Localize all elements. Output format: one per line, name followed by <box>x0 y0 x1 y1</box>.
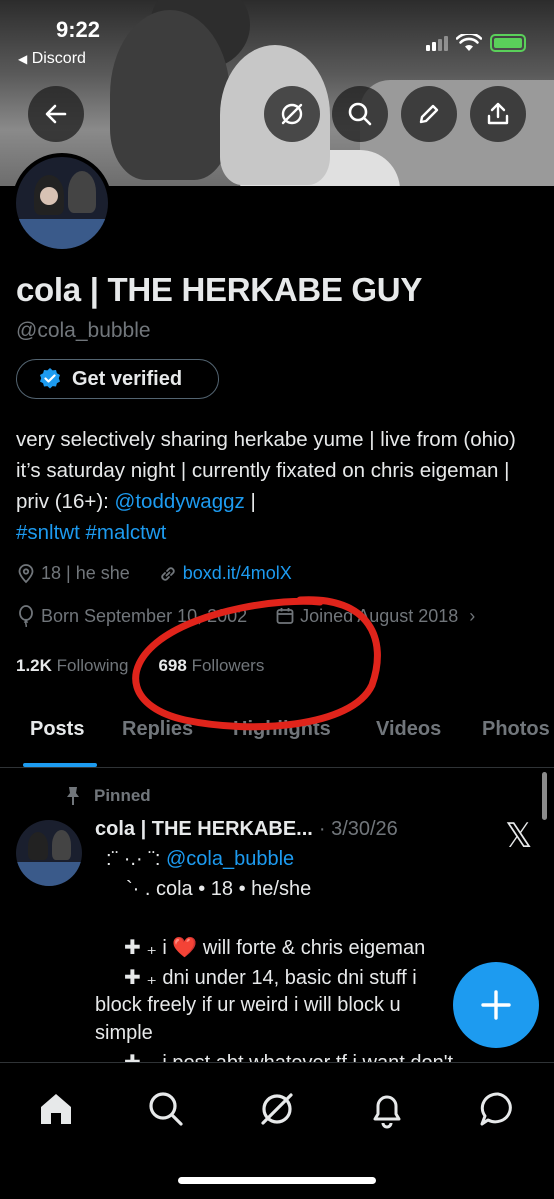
battery-charging-icon <box>490 34 526 52</box>
plus-icon <box>481 990 511 1020</box>
profile-meta-row-1: 18 | he she boxd.it/4molX <box>16 563 292 584</box>
tab-active-indicator <box>23 763 97 767</box>
compose-post-button[interactable] <box>453 962 539 1048</box>
search-icon <box>348 102 372 126</box>
arrow-left-icon <box>45 104 67 124</box>
tab-posts[interactable]: Posts <box>30 718 84 741</box>
get-verified-label: Get verified <box>72 367 183 390</box>
verified-badge-icon <box>40 368 60 389</box>
post-header: cola | THE HERKABE... · 3/30/26 <box>95 818 398 841</box>
profile-meta-row-2: Born September 10, 2002 Joined August 20… <box>16 605 475 627</box>
tab-videos[interactable]: Videos <box>376 718 441 741</box>
nav-search[interactable] <box>144 1087 188 1131</box>
pencil-icon <box>419 104 439 124</box>
post-mention-link[interactable]: @cola_bubble <box>166 848 294 870</box>
profile-display-name: cola | THE HERKABE GUY <box>16 271 423 308</box>
chat-bubble-icon <box>480 1092 512 1126</box>
grok-button[interactable] <box>264 86 320 142</box>
wifi-icon <box>456 34 482 51</box>
followers-link[interactable]: 698 Followers <box>158 656 264 676</box>
share-button[interactable] <box>470 86 526 142</box>
status-time: 9:22 <box>56 17 101 42</box>
grok-icon <box>281 103 303 125</box>
tab-highlights[interactable]: Highlights <box>233 718 331 741</box>
location-pin-icon <box>18 563 34 583</box>
chevron-right-icon[interactable]: › <box>469 606 475 627</box>
share-icon <box>487 102 509 125</box>
scrollbar[interactable] <box>542 772 547 820</box>
bio-hashtags[interactable]: #snltwt #malctwt <box>16 521 166 544</box>
post-line-2: `· . cola • 18 • he/she <box>126 878 312 900</box>
back-triangle-icon: ◀ <box>18 52 28 66</box>
nav-notifications[interactable] <box>365 1087 409 1131</box>
nav-home[interactable] <box>34 1087 78 1131</box>
post-line-4: ✚ ₊ dni under 14, basic dni stuff i <box>124 967 417 989</box>
profile-handle: @cola_bubble <box>16 319 151 342</box>
back-app-label: Discord <box>31 50 86 67</box>
status-icons <box>426 34 526 52</box>
post-date: · 3/30/26 <box>318 818 398 840</box>
profile-bio: very selectively sharing herkabe yume | … <box>16 424 541 548</box>
link-icon <box>161 566 175 581</box>
edit-button[interactable] <box>401 86 457 142</box>
nav-grok[interactable] <box>255 1087 299 1131</box>
banner-figure <box>110 10 230 180</box>
bio-text: very selectively sharing herkabe yume | … <box>16 428 516 513</box>
tab-photos[interactable]: Photos <box>482 718 550 741</box>
post-line-5: block freely if ur weird i will block u <box>95 994 401 1016</box>
profile-website-link[interactable]: boxd.it/4molX <box>183 563 292 584</box>
post-line-1: :¨ ·.· ¨: @cola_bubble <box>106 848 294 871</box>
post-line-1-prefix: :¨ ·.· ¨: <box>106 848 166 870</box>
pin-icon <box>67 787 79 805</box>
follow-stats: 1.2K Following 698 Followers <box>16 656 264 676</box>
profile-avatar[interactable] <box>12 153 112 253</box>
back-button[interactable] <box>28 86 84 142</box>
cellular-signal-icon <box>426 35 448 51</box>
pinned-indicator: Pinned <box>64 786 151 806</box>
post-line-3: ✚ ₊ i ❤️ will forte & chris eigeman <box>124 937 426 959</box>
calendar-icon <box>276 608 294 624</box>
following-link[interactable]: 1.2K Following <box>16 656 128 676</box>
followers-count: 698 <box>158 656 187 675</box>
following-count: 1.2K <box>16 656 52 675</box>
profile-birthday: Born September 10, 2002 <box>41 605 248 626</box>
profile-location: 18 | he she <box>41 563 130 583</box>
profile-joined-date: Joined August 2018 <box>300 605 459 626</box>
bio-separator: | <box>244 490 256 513</box>
search-button[interactable] <box>332 86 388 142</box>
home-indicator[interactable] <box>178 1177 376 1184</box>
get-verified-button[interactable]: Get verified <box>16 359 219 399</box>
pinned-label: Pinned <box>94 786 151 805</box>
post-avatar[interactable] <box>16 820 82 886</box>
followers-label: Followers <box>191 656 265 675</box>
back-to-app-link[interactable]: ◀ Discord <box>18 50 86 68</box>
balloon-icon <box>19 605 33 627</box>
bio-mention-link[interactable]: @toddywaggz <box>115 490 245 513</box>
tab-replies[interactable]: Replies <box>122 718 193 741</box>
nav-messages[interactable] <box>476 1087 520 1131</box>
home-icon <box>41 1094 71 1124</box>
post-author-name[interactable]: cola | THE HERKABE... <box>95 818 313 841</box>
bell-icon <box>373 1095 401 1129</box>
profile-tabs: Posts Replies Highlights Videos Photos <box>0 700 554 768</box>
following-label: Following <box>56 656 129 675</box>
grok-icon <box>261 1093 293 1125</box>
x-logo-icon: 𝕏 <box>505 817 533 855</box>
search-icon <box>149 1092 183 1126</box>
post-line-6: simple <box>95 1022 153 1044</box>
